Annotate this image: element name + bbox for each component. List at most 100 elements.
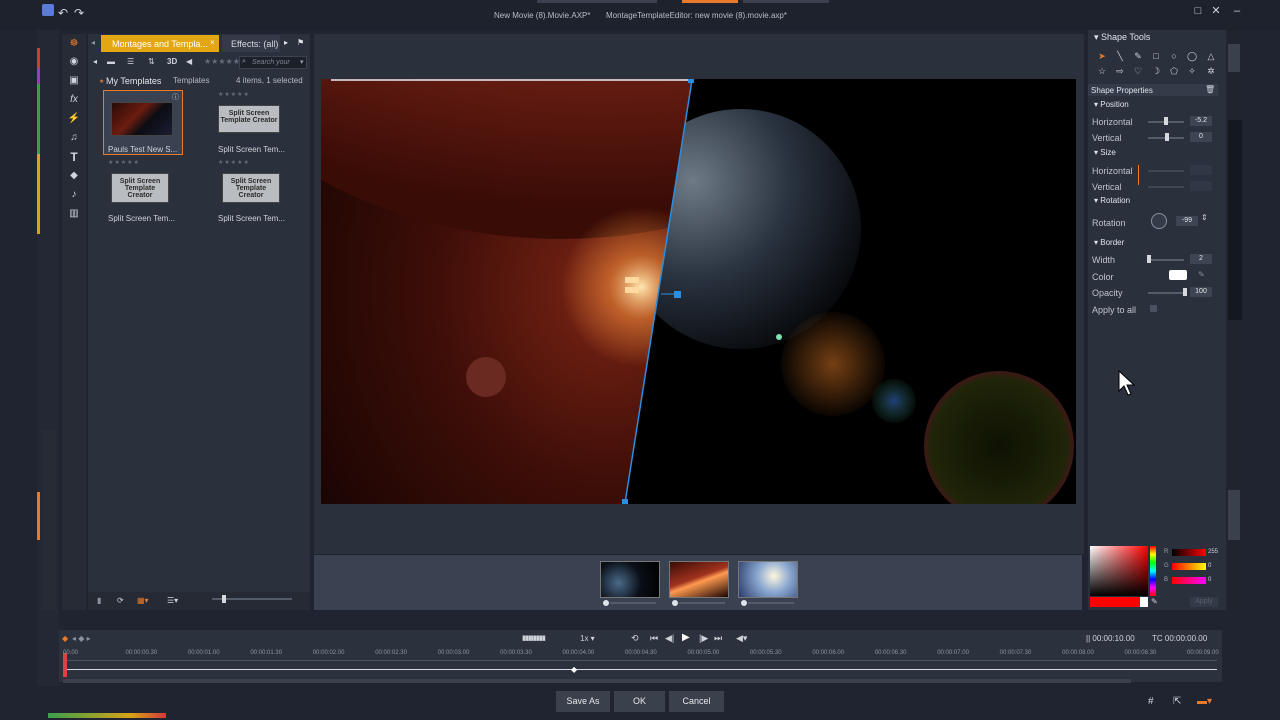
filmstrip-thumb-sky[interactable] — [738, 561, 798, 598]
cancel-button[interactable]: Cancel — [669, 691, 724, 712]
apply-color-button[interactable]: Apply — [1190, 597, 1218, 607]
folder-icon[interactable]: ▬ — [107, 57, 115, 66]
item-rating[interactable]: ★★★★★ — [218, 91, 250, 98]
position-horizontal-value[interactable]: -5.2 — [1190, 116, 1212, 126]
eyedropper-icon[interactable]: ✎ — [1198, 270, 1205, 279]
moon-tool-icon[interactable]: ☽ — [1150, 65, 1162, 77]
fx-icon[interactable]: fx — [66, 93, 82, 107]
maximize-icon[interactable]: □ — [1191, 4, 1205, 18]
refresh-icon[interactable]: ⟳ — [117, 596, 124, 605]
hue-strip[interactable] — [1150, 546, 1156, 596]
keyframe-nav-icon[interactable]: ◂ ◆ ▸ — [72, 634, 91, 643]
scroll-thumb[interactable] — [1228, 44, 1240, 72]
circle-tool-icon[interactable]: ◯ — [1186, 50, 1198, 62]
filmstrip-marker[interactable] — [741, 600, 747, 606]
opacity-value[interactable]: 100 — [1190, 287, 1212, 297]
arrow-tool-icon[interactable]: ⇨ — [1114, 65, 1126, 77]
apply-to-all-checkbox[interactable] — [1150, 305, 1157, 312]
picker-eyedropper-icon[interactable]: ✎ — [1151, 597, 1158, 606]
timeline-scrollbar[interactable] — [63, 679, 1131, 683]
pentagon-tool-icon[interactable]: ⬠ — [1168, 65, 1180, 77]
sort-icon[interactable]: ⇅ — [148, 57, 155, 66]
r-slider[interactable] — [1172, 549, 1206, 556]
border-width-value[interactable]: 2 — [1190, 254, 1212, 264]
border-section[interactable]: ▾ Border — [1094, 238, 1124, 247]
g-value[interactable]: 0 — [1208, 563, 1211, 569]
details-view-icon[interactable]: ☰▾ — [167, 596, 178, 605]
delete-icon[interactable]: 🗑 — [1205, 85, 1215, 94]
title-icon[interactable]: T — [66, 150, 82, 164]
ellipse-tool-icon[interactable]: ○ — [1168, 50, 1180, 62]
go-start-icon[interactable]: ⏮ — [650, 633, 658, 644]
jog-wheel-icon[interactable]: ▮▮▮▮▮▮▮▮ — [522, 634, 546, 642]
transition-icon[interactable]: ⚡ — [66, 112, 82, 126]
line-tool-icon[interactable]: ╲ — [1114, 50, 1126, 62]
burst-tool-icon[interactable]: ✧ — [1186, 65, 1198, 77]
go-end-icon[interactable]: ⏭ — [714, 633, 722, 644]
slider-knob[interactable] — [1147, 255, 1151, 263]
breadcrumb-my-templates[interactable]: My Templates — [106, 76, 161, 86]
filmstrip-marker[interactable] — [603, 600, 609, 606]
piano-icon[interactable]: ▥ — [66, 207, 82, 221]
search-input[interactable]: Search your — [239, 56, 307, 69]
g-slider[interactable] — [1172, 563, 1206, 570]
size-vertical-value[interactable] — [1190, 181, 1212, 191]
trash-icon[interactable]: ▮ — [97, 596, 101, 605]
render-icon[interactable]: ▬▾ — [1197, 696, 1212, 707]
slider-knob[interactable] — [1165, 133, 1169, 141]
heart-tool-icon[interactable]: ♡ — [1132, 65, 1144, 77]
keyframe-track[interactable] — [63, 669, 1217, 670]
step-back-icon[interactable]: ◀| — [665, 633, 674, 644]
speed-select[interactable]: 1x ▾ — [580, 634, 595, 643]
step-forward-icon[interactable]: |▶ — [699, 633, 708, 644]
sound-icon[interactable]: ♪ — [66, 188, 82, 202]
rotation-value[interactable]: -99 — [1176, 216, 1198, 226]
3d-filter[interactable]: 3D — [167, 57, 177, 66]
item-rating[interactable]: ★★★★★ — [218, 159, 250, 166]
scroll-thumb-lower[interactable] — [1228, 490, 1240, 540]
border-color-swatch[interactable] — [1169, 270, 1187, 280]
rotation-dial[interactable] — [1151, 213, 1167, 229]
undo-icon[interactable]: ↶ — [58, 6, 68, 20]
opacity-slider[interactable] — [1148, 292, 1184, 294]
rating-filter[interactable]: ★★★★★ — [204, 57, 240, 66]
rotation-section[interactable]: ▾ Rotation — [1094, 196, 1130, 205]
slider-knob[interactable] — [1164, 117, 1168, 125]
select-tool-icon[interactable]: ➤ — [1096, 50, 1108, 62]
slider-knob[interactable] — [1183, 288, 1187, 296]
triangle-tool-icon[interactable]: △ — [1205, 50, 1217, 62]
ok-button[interactable]: OK — [614, 691, 665, 712]
export-icon[interactable]: ⇱ — [1173, 696, 1181, 707]
keyframe-marker-icon[interactable]: ◆ — [571, 665, 577, 674]
grid-view-icon[interactable]: ▦▾ — [137, 596, 149, 605]
loop-icon[interactable]: ⟲ — [631, 633, 639, 644]
b-value[interactable]: 0 — [1208, 577, 1211, 583]
save-as-button[interactable]: Save As — [556, 691, 610, 712]
size-horizontal-value[interactable] — [1190, 165, 1212, 175]
volume-icon[interactable]: ◀▾ — [736, 633, 747, 644]
tab-montages[interactable]: Montages and Templa... — [101, 35, 219, 52]
size-vertical-slider[interactable] — [1148, 186, 1184, 188]
shape-tools-header[interactable]: ▾ Shape Tools — [1094, 32, 1150, 43]
color-field[interactable] — [1090, 546, 1148, 596]
r-value[interactable]: 255 — [1208, 549, 1218, 555]
item-rating[interactable]: ★★★★★ — [108, 159, 140, 166]
template-canvas[interactable] — [321, 79, 1076, 504]
filmstrip-thumb-mars[interactable] — [669, 561, 729, 598]
play-icon[interactable]: ▶ — [682, 632, 690, 643]
music-icon[interactable]: ♫ — [66, 131, 82, 145]
keyframe-icon[interactable]: ◆ — [62, 634, 68, 643]
size-horizontal-slider[interactable] — [1148, 170, 1184, 172]
position-vertical-value[interactable]: 0 — [1190, 132, 1212, 142]
zoom-slider-knob[interactable] — [222, 595, 226, 603]
filmstrip-marker[interactable] — [672, 600, 678, 606]
border-width-slider[interactable] — [1148, 259, 1184, 261]
list-view-icon[interactable]: ☰ — [127, 57, 134, 66]
back-icon[interactable]: ◂ — [93, 57, 97, 66]
gear-tool-icon[interactable]: ✲ — [1205, 65, 1217, 77]
breadcrumb-templates[interactable]: Templates — [173, 76, 209, 85]
redo-icon[interactable]: ↷ — [74, 6, 84, 20]
playhead[interactable] — [63, 653, 67, 677]
grid-icon[interactable]: # — [1148, 696, 1154, 707]
tab-effects[interactable]: Effects: (all) — [222, 35, 280, 52]
